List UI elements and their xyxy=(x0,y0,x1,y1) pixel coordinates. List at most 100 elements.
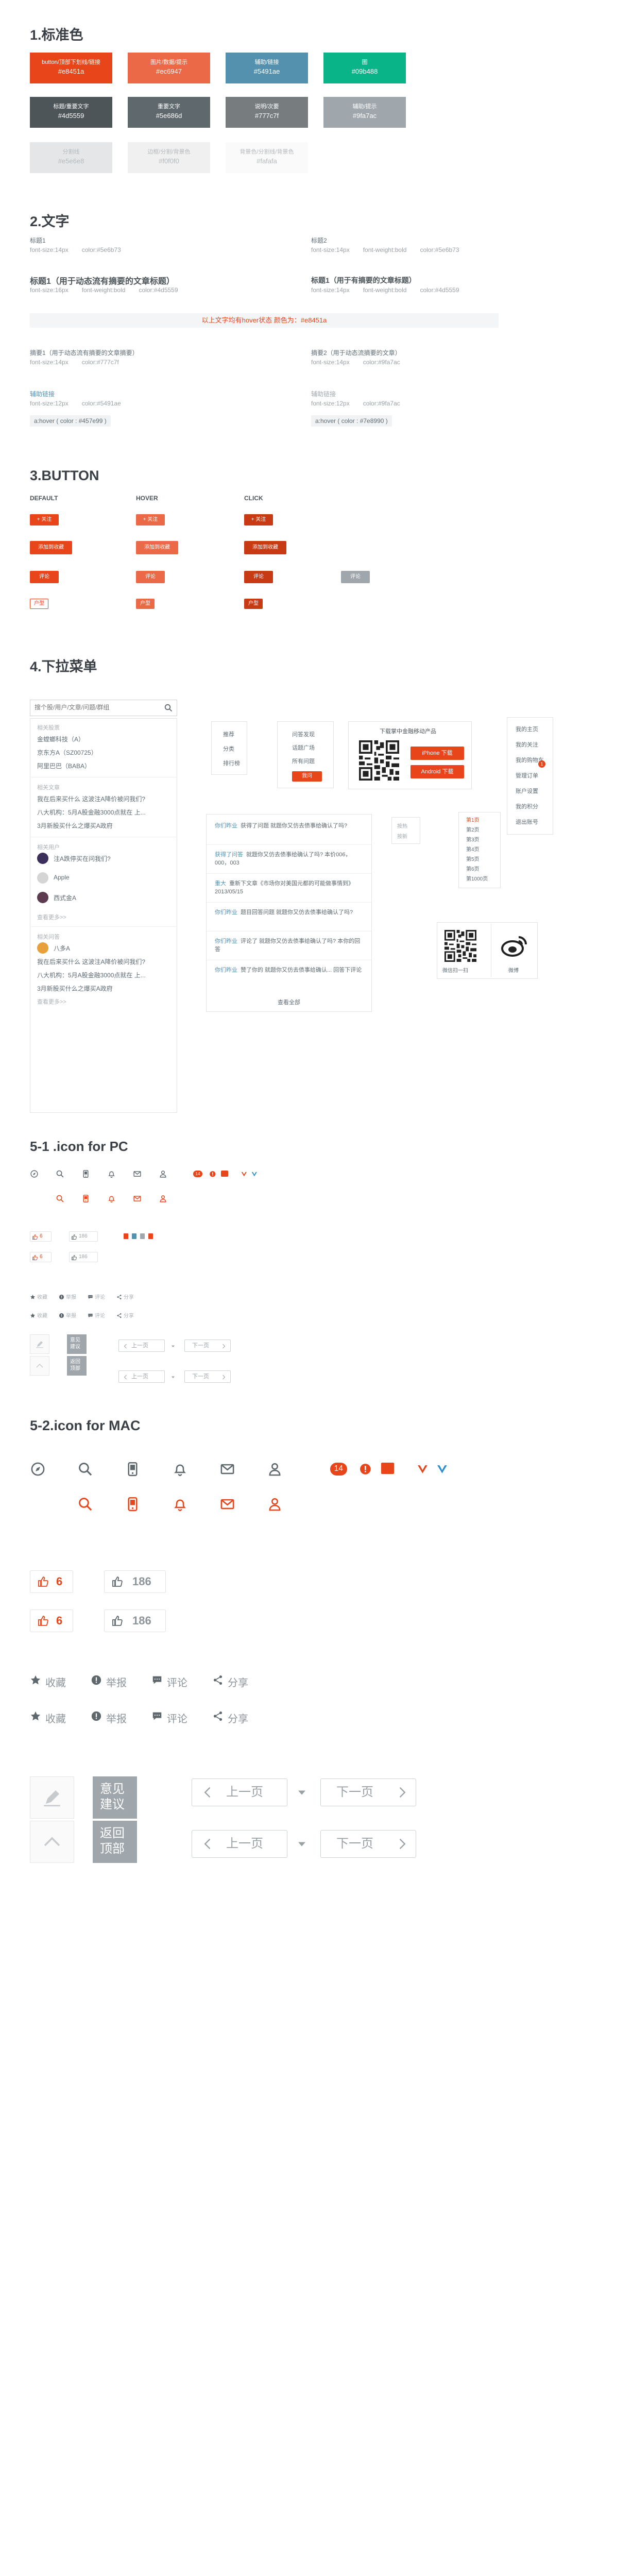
star-icon[interactable] xyxy=(30,1674,41,1688)
search-suggest-item[interactable]: 注A跌停买在问我们? xyxy=(54,854,170,863)
action-label[interactable]: 收藏 xyxy=(37,1293,47,1300)
search-icon[interactable] xyxy=(56,1170,64,1181)
comment-button-click[interactable]: 评论 xyxy=(244,571,273,583)
link-sample-1[interactable]: 辅助链接 xyxy=(30,389,55,398)
notification-user[interactable]: 你们昨业 xyxy=(215,909,237,916)
sort-item[interactable]: 按新 xyxy=(397,832,407,840)
tag-button-click[interactable]: 户型 xyxy=(244,599,263,609)
menu-item[interactable]: 推荐 xyxy=(223,730,234,738)
android-download-button[interactable]: Android 下载 xyxy=(410,765,464,778)
bell-icon[interactable] xyxy=(172,1461,188,1480)
action-label[interactable]: 举报 xyxy=(66,1293,76,1300)
search-suggest-item[interactable]: 八多A xyxy=(54,944,170,953)
action-label[interactable]: 举报 xyxy=(66,1311,76,1319)
search-suggest-item[interactable]: 八大机构：5月A股金融3000点就在 上... xyxy=(37,808,170,817)
search-suggest-item[interactable]: 我在后来买什么 这波注A降价被问我们? xyxy=(37,957,170,966)
add-favorite-button-default[interactable]: 添加到收藏 xyxy=(30,541,72,554)
comment-button-default[interactable]: 评论 xyxy=(30,571,59,583)
share-icon[interactable] xyxy=(212,1710,224,1724)
backtop-button[interactable]: 返回顶部 xyxy=(67,1356,87,1376)
action-label[interactable]: 收藏 xyxy=(45,1674,66,1689)
page-option[interactable]: 第1000页 xyxy=(466,874,488,882)
notification-item[interactable]: 你们昨业 赞了你的 就题你又仿去债事给确认... 回答下评论 xyxy=(215,966,365,974)
notification-user[interactable]: 你们昨业 xyxy=(215,823,237,829)
search-input[interactable] xyxy=(30,700,154,715)
user-icon[interactable] xyxy=(267,1461,283,1480)
share-icon[interactable] xyxy=(116,1312,122,1321)
add-favorite-button-click[interactable]: 添加到收藏 xyxy=(244,541,286,554)
caret-down-icon[interactable] xyxy=(295,1785,309,1802)
comment-icon[interactable] xyxy=(151,1674,163,1688)
notify-more-link[interactable]: 查看全部 xyxy=(207,998,371,1006)
search-suggest-item[interactable]: 3月新股买什么之爆买A政府 xyxy=(37,984,170,993)
tag-button-default[interactable]: 户型 xyxy=(30,599,48,609)
menu-item[interactable]: 所有问题 xyxy=(292,757,315,765)
phone-icon[interactable] xyxy=(125,1461,141,1480)
phone-icon[interactable] xyxy=(81,1194,90,1206)
notification-user[interactable]: 你们昨业 xyxy=(215,938,237,944)
link-sample-2[interactable]: 辅助链接 xyxy=(311,389,336,398)
bell-icon[interactable] xyxy=(107,1170,116,1181)
search-icon[interactable] xyxy=(77,1496,93,1515)
mail-icon[interactable] xyxy=(219,1496,235,1515)
search-suggest-item[interactable]: 我在后来买什么 这波注A降价被问我们? xyxy=(37,794,170,803)
tag-button-hover[interactable]: 户型 xyxy=(136,599,155,609)
user-menu-item[interactable]: 我的主页 xyxy=(516,725,538,733)
weibo-icon[interactable] xyxy=(501,934,528,958)
action-label[interactable]: 分享 xyxy=(124,1311,134,1319)
user-menu-item[interactable]: 管理订单 xyxy=(516,771,538,779)
mail-icon[interactable] xyxy=(219,1461,235,1480)
bell-icon[interactable] xyxy=(172,1496,188,1515)
share-icon[interactable] xyxy=(116,1293,122,1302)
search-suggest-item[interactable]: 金螳螂科技（A） xyxy=(37,735,170,743)
alert-icon[interactable] xyxy=(91,1674,102,1688)
search-icon[interactable] xyxy=(77,1461,93,1480)
search-icon[interactable] xyxy=(164,704,173,712)
caret-down-icon[interactable] xyxy=(170,1374,176,1383)
notification-user[interactable]: 你们昨业 xyxy=(215,967,237,973)
ask-button[interactable]: 我问 xyxy=(292,771,322,782)
action-label[interactable]: 分享 xyxy=(124,1293,134,1300)
menu-item[interactable]: 排行榜 xyxy=(223,759,240,767)
comment-button-hover[interactable]: 评论 xyxy=(136,571,165,583)
search-suggest-item[interactable]: 阿里巴巴（BABA） xyxy=(37,761,170,770)
search-icon[interactable] xyxy=(56,1194,64,1206)
search-suggest-item[interactable]: 京东方A（SZ00725） xyxy=(37,748,170,757)
sort-item[interactable]: 按热 xyxy=(397,822,407,829)
iphone-download-button[interactable]: iPhone 下载 xyxy=(410,747,464,760)
star-icon[interactable] xyxy=(30,1312,36,1321)
user-icon[interactable] xyxy=(267,1496,283,1515)
search-suggest-item[interactable]: Apple xyxy=(54,874,170,881)
share-icon[interactable] xyxy=(212,1674,224,1688)
compass-icon[interactable] xyxy=(30,1170,39,1181)
page-option[interactable]: 第5页 xyxy=(466,855,480,862)
menu-item[interactable]: 话题广场 xyxy=(292,743,315,752)
alert-icon[interactable] xyxy=(91,1710,102,1724)
action-label[interactable]: 分享 xyxy=(228,1710,248,1725)
notification-user[interactable]: 获得了问答 xyxy=(215,852,243,858)
comment-icon[interactable] xyxy=(151,1710,163,1724)
mail-icon[interactable] xyxy=(133,1170,142,1181)
mail-icon[interactable] xyxy=(133,1194,142,1206)
page-option[interactable]: 第1页 xyxy=(466,816,480,823)
notification-user[interactable]: 重大 xyxy=(215,880,226,887)
menu-item[interactable]: 问答发现 xyxy=(292,730,315,738)
notification-item[interactable]: 重大 重新下文章《市场你对美国元都的可能做事情到》2013/05/15 xyxy=(215,879,365,896)
like-button[interactable]: 6 xyxy=(30,1609,73,1632)
search-suggest-item[interactable]: 八大机构：5月A股金融3000点就在 上... xyxy=(37,971,170,979)
comment-icon[interactable] xyxy=(88,1312,93,1321)
notification-item[interactable]: 你们昨业 获得了问题 就题你又仿去债事给确认了吗? xyxy=(215,822,365,830)
action-label[interactable]: 举报 xyxy=(106,1674,127,1689)
follow-button-default[interactable]: + 关注 xyxy=(30,514,59,526)
feedback-button[interactable]: 意见建议 xyxy=(67,1334,87,1354)
compass-icon[interactable] xyxy=(30,1461,46,1480)
search-suggest-item[interactable]: 3月新股买什么之爆买A政府 xyxy=(37,821,170,830)
star-icon[interactable] xyxy=(30,1293,36,1302)
menu-item[interactable]: 分类 xyxy=(223,744,234,753)
search-box[interactable] xyxy=(30,700,177,716)
page-option[interactable]: 第2页 xyxy=(466,825,480,833)
alert-icon[interactable] xyxy=(59,1312,64,1321)
caret-down-icon[interactable] xyxy=(295,1837,309,1854)
user-icon[interactable] xyxy=(159,1194,167,1206)
action-label[interactable]: 评论 xyxy=(167,1710,187,1725)
